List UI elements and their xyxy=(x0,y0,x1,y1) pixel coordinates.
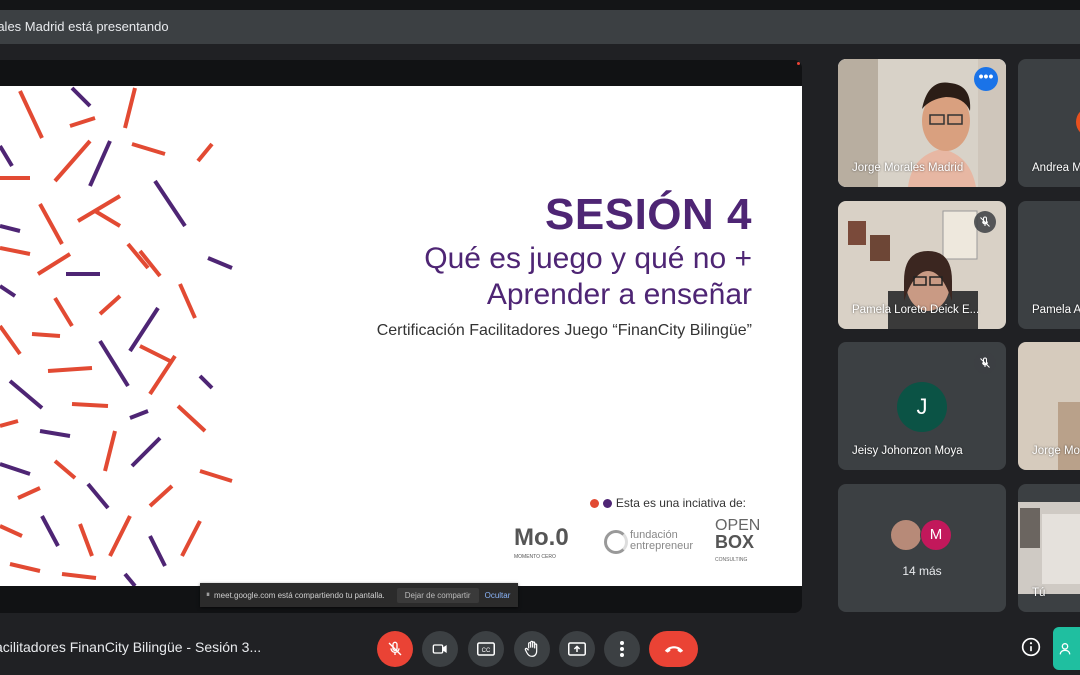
avatar-andrea xyxy=(1076,107,1080,137)
hide-notice-button[interactable]: Ocultar xyxy=(485,591,511,600)
fundacion-logo-sub: entrepreneur xyxy=(630,540,693,552)
captions-button[interactable]: CC xyxy=(468,631,504,667)
stop-sharing-button[interactable]: Dejar de compartir xyxy=(396,587,479,603)
present-screen-button[interactable] xyxy=(559,631,595,667)
purple-dot-icon xyxy=(602,498,612,508)
hand-icon xyxy=(524,640,538,657)
camera-toggle-button[interactable] xyxy=(422,631,458,667)
hang-up-icon xyxy=(664,646,683,653)
confetti-decoration xyxy=(0,86,233,586)
initiative-label: Esta es una inciativa de: xyxy=(615,496,746,510)
participant-tile-pamela-loreto[interactable]: Pamela Loreto Deick E... xyxy=(838,201,1006,329)
presenter-banner: rales Madrid está presentando xyxy=(0,10,1080,44)
mic-off-icon xyxy=(388,641,402,656)
slide-subtitle-line1: Qué es juego y qué no + xyxy=(424,242,752,275)
openbox-logo: OPEN BOX CONSULTING xyxy=(715,518,760,568)
present-icon xyxy=(568,642,586,656)
microphone-toggle-button[interactable] xyxy=(377,631,413,667)
screen-share-notice: ⏸ meet.google.com está compartiendo tu p… xyxy=(200,583,518,607)
participant-tile-pamela-a[interactable]: Pamela A xyxy=(1018,201,1080,329)
participant-tile-you[interactable]: Tú xyxy=(1018,484,1080,612)
avatar-jeisy: J xyxy=(897,382,947,432)
more-participants-count: 14 más xyxy=(902,564,942,578)
people-icon xyxy=(1059,642,1070,654)
openbox-logo-sub: CONSULTING xyxy=(715,557,748,563)
participant-name-jeisy: Jeisy Johonzon Moya xyxy=(852,445,963,457)
red-dot-icon xyxy=(589,498,599,508)
meeting-details-button[interactable] xyxy=(1018,634,1044,660)
participant-tile-jeisy[interactable]: J Jeisy Johonzon Moya xyxy=(838,342,1006,470)
presenter-banner-text: rales Madrid está presentando xyxy=(0,19,169,34)
participant-name-you: Tú xyxy=(1032,587,1046,599)
participant-tile-jorge-mo[interactable]: Jorge Mo xyxy=(1018,342,1080,470)
mic-off-icon xyxy=(974,211,996,233)
mic-off-icon xyxy=(974,352,996,374)
slide-subtitle-line2: Aprender a enseñar xyxy=(486,278,752,311)
initiative-line: Esta es una inciativa de: xyxy=(589,496,746,510)
camera-icon xyxy=(432,644,447,654)
participant-tile-jorge[interactable]: ••• Jorge Morales Madrid xyxy=(838,59,1006,187)
more-options-button[interactable] xyxy=(604,631,640,667)
more-participants-tile[interactable]: M 14 más xyxy=(838,484,1006,612)
avatar-m: M xyxy=(920,519,952,551)
window-top-strip xyxy=(0,0,1080,10)
presentation-stage: SESIÓN 4 Qué es juego y qué no + Aprende… xyxy=(0,60,802,613)
momento-cero-logo-sub: MOMENTO CERO xyxy=(514,554,556,560)
recording-dot-icon xyxy=(797,62,800,65)
participant-video-you xyxy=(1018,502,1080,594)
momento-cero-logo: Mo.0 MOMENTO CERO xyxy=(514,524,569,560)
pause-icon: ⏸ xyxy=(206,590,210,599)
participant-name-andrea: Andrea M xyxy=(1032,162,1080,174)
participant-name-jorge: Jorge Morales Madrid xyxy=(852,162,964,174)
captions-icon: CC xyxy=(477,642,495,656)
participant-tile-andrea[interactable]: Andrea M xyxy=(1018,59,1080,187)
info-icon xyxy=(1021,637,1041,657)
participant-name-pamela-a: Pamela A xyxy=(1032,304,1080,316)
raise-hand-button[interactable] xyxy=(514,631,550,667)
slide-title: SESIÓN 4 xyxy=(545,190,752,239)
slide-certification-text: Certificación Facilitadores Juego “Finan… xyxy=(376,322,752,339)
more-vert-icon xyxy=(620,641,624,657)
fundacion-ring-icon xyxy=(604,530,628,554)
share-notice-text: meet.google.com está compartiendo tu pan… xyxy=(214,590,385,600)
people-panel-button[interactable] xyxy=(1053,627,1080,670)
avatar-photo xyxy=(890,519,922,551)
momento-cero-logo-text: Mo.0 xyxy=(514,524,569,551)
more-options-icon[interactable]: ••• xyxy=(974,67,998,91)
leave-call-button[interactable] xyxy=(649,631,698,667)
participant-name-pamela-loreto: Pamela Loreto Deick E... xyxy=(852,304,980,316)
svg-text:CC: CC xyxy=(482,648,491,654)
sponsor-logos: Mo.0 MOMENTO CERO fundación entrepreneur… xyxy=(510,518,770,568)
presentation-slide: SESIÓN 4 Qué es juego y qué no + Aprende… xyxy=(0,86,802,586)
meeting-title: acilitadores FinanCity Bilingüe - Sesión… xyxy=(0,639,262,655)
openbox-logo-text2: BOX xyxy=(715,532,755,552)
more-participants-avatars: M xyxy=(890,519,954,551)
participant-name-jorge-mo: Jorge Mo xyxy=(1032,445,1080,457)
